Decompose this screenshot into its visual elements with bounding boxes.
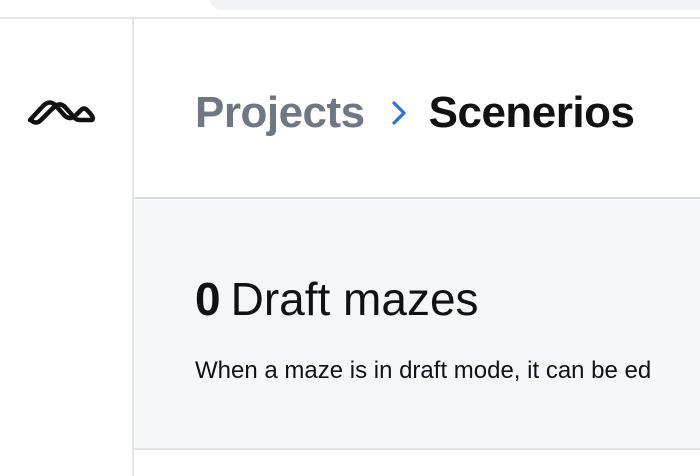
page-title: Scenerios (428, 88, 635, 137)
content-below (134, 452, 700, 476)
chevron-right-icon (392, 101, 406, 125)
search-bar[interactable] (210, 0, 700, 10)
maze-logo-icon[interactable] (25, 89, 101, 129)
sidebar (0, 19, 134, 476)
draft-mazes-description: When a maze is in draft mode, it can be … (195, 357, 652, 384)
page-header: Projects Scenerios (134, 19, 700, 199)
top-bar (0, 0, 700, 19)
draft-mazes-section: 0 Draft mazes When a maze is in draft mod… (134, 200, 700, 450)
breadcrumb: Projects Scenerios (195, 83, 635, 143)
draft-mazes-heading: 0 Draft mazes (195, 272, 479, 326)
app-window: Projects Scenerios 0 Draft mazes When a m… (0, 0, 700, 476)
breadcrumb-projects-link[interactable]: Projects (195, 88, 365, 138)
logo-glyph (27, 100, 96, 125)
draft-count: 0 (195, 273, 221, 325)
draft-mazes-label: Draft mazes (230, 273, 479, 325)
